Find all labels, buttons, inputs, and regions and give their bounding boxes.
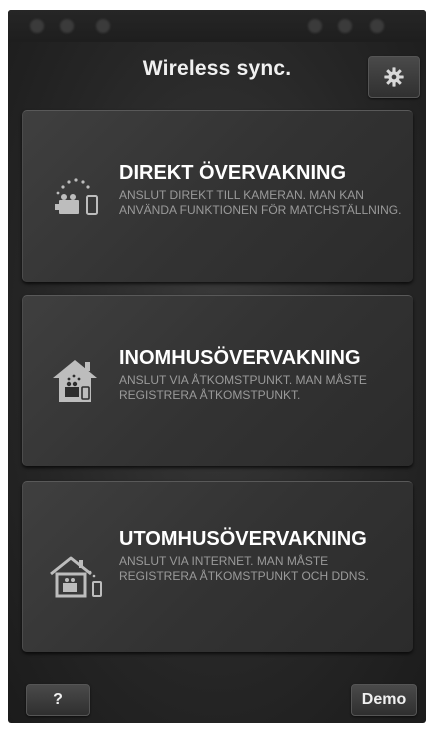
option-description: ANSLUT DIREKT TILL KAMERAN. MAN KAN ANVÄ… xyxy=(119,188,402,217)
app-screen: Wireless sync. DIREKT ÖVERVAKNING ANSLUT… xyxy=(8,10,426,723)
indoor-monitoring-card[interactable]: INOMHUSÖVERVAKNING ANSLUT VIA ÅTKOMSTPUN… xyxy=(22,295,413,466)
option-text: INOMHUSÖVERVAKNING ANSLUT VIA ÅTKOMSTPUN… xyxy=(119,346,403,403)
direct-monitoring-card[interactable]: DIREKT ÖVERVAKNING ANSLUT DIREKT TILL KA… xyxy=(22,110,413,282)
status-icon xyxy=(370,19,384,33)
outdoor-house-icon xyxy=(45,550,109,606)
option-text: DIREKT ÖVERVAKNING ANSLUT DIREKT TILL KA… xyxy=(119,161,403,218)
status-icon xyxy=(308,19,322,33)
option-text: UTOMHUSÖVERVAKNING ANSLUT VIA INTERNET. … xyxy=(119,527,403,584)
outdoor-monitoring-card[interactable]: UTOMHUSÖVERVAKNING ANSLUT VIA INTERNET. … xyxy=(22,481,413,652)
option-title: UTOMHUSÖVERVAKNING xyxy=(119,528,367,550)
option-description: ANSLUT VIA INTERNET. MAN MÅSTE REGISTRER… xyxy=(119,554,369,583)
option-title: INOMHUSÖVERVAKNING xyxy=(119,347,361,369)
status-icon xyxy=(60,19,74,33)
gear-icon xyxy=(384,67,404,87)
indoor-house-icon xyxy=(45,354,109,410)
demo-button[interactable]: Demo xyxy=(351,684,417,716)
help-button[interactable]: ? xyxy=(26,684,90,716)
direct-connection-icon xyxy=(45,169,109,225)
option-description: ANSLUT VIA ÅTKOMSTPUNKT. MAN MÅSTE REGIS… xyxy=(119,373,367,402)
status-icon xyxy=(30,19,44,33)
header: Wireless sync. xyxy=(8,42,426,100)
page-title: Wireless sync. xyxy=(142,57,292,80)
option-title: DIREKT ÖVERVAKNING xyxy=(119,162,347,184)
settings-button[interactable] xyxy=(368,56,420,98)
status-icon xyxy=(96,19,110,33)
status-icon xyxy=(338,19,352,33)
status-bar xyxy=(8,10,426,42)
